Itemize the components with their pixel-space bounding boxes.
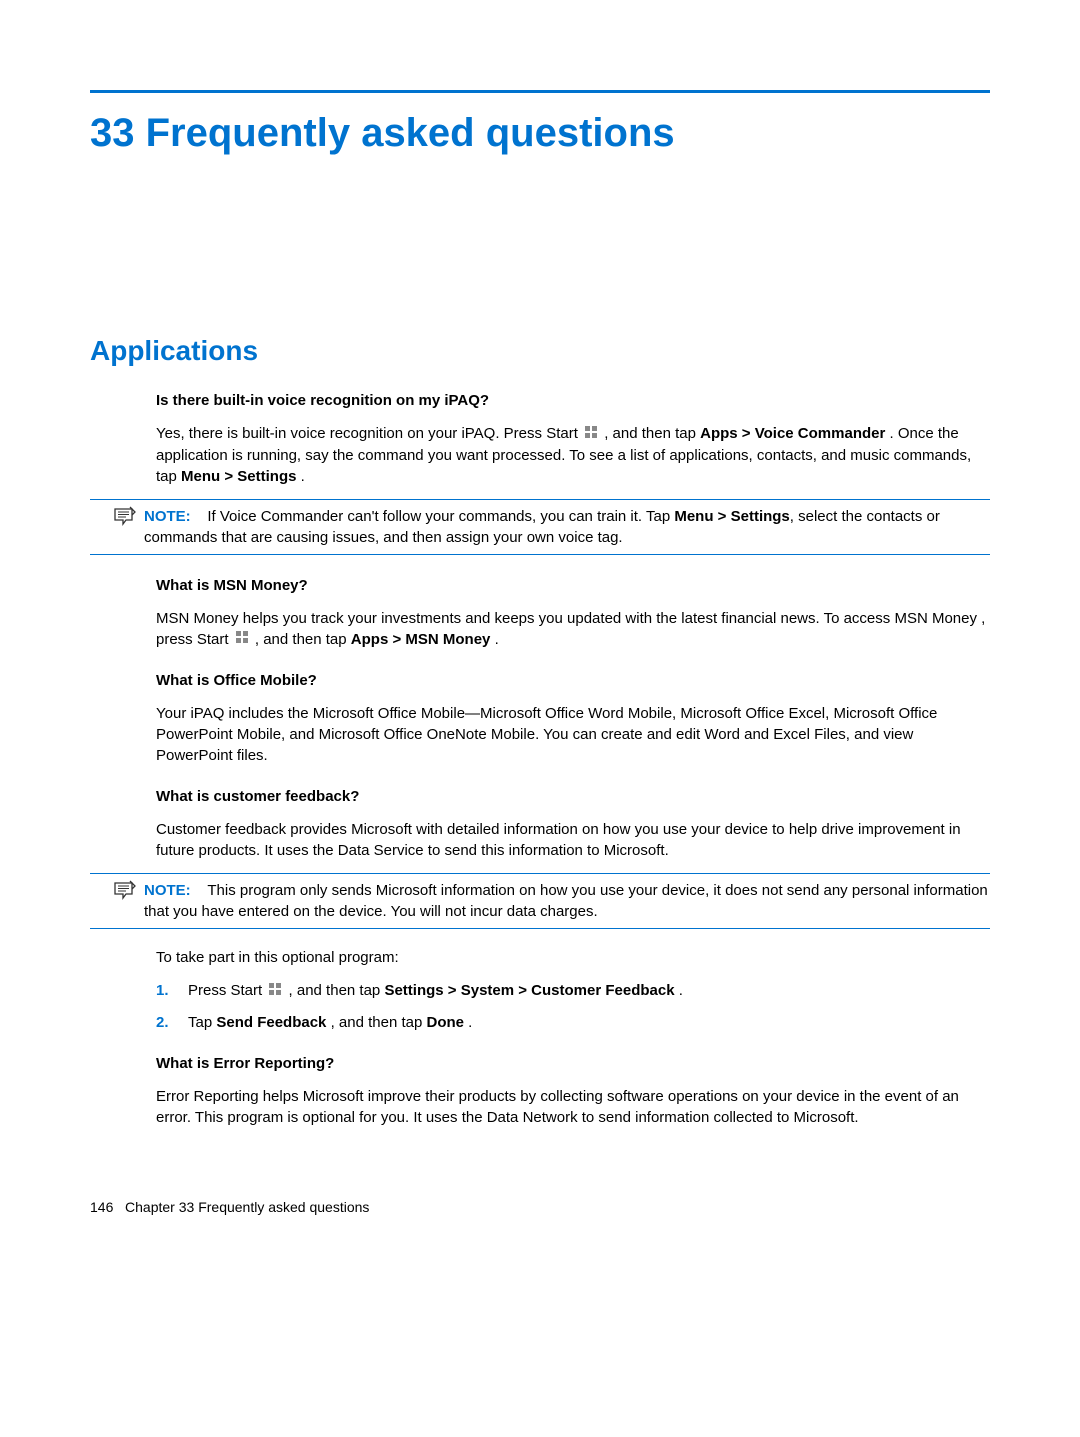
faq-q5-question: What is Error Reporting? xyxy=(90,1053,990,1074)
text: . xyxy=(679,982,683,999)
step-1: 1. Press Start , and then tap Settings >… xyxy=(156,980,990,1002)
text: . xyxy=(495,631,499,648)
text: . xyxy=(468,1014,472,1031)
faq-q2-answer: MSN Money helps you track your investmen… xyxy=(90,608,990,651)
note-box: NOTE: If Voice Commander can't follow yo… xyxy=(90,499,990,555)
note-body-text xyxy=(195,508,208,525)
faq-q3-question: What is Office Mobile? xyxy=(90,670,990,691)
text: , and then tap xyxy=(289,982,385,999)
text: . xyxy=(301,468,305,485)
spacer xyxy=(195,882,208,899)
chapter-title: 33 Frequently asked questions xyxy=(90,105,990,161)
note-label: NOTE: xyxy=(144,508,191,525)
faq-q4-question: What is customer feedback? xyxy=(90,786,990,807)
note-body-text: This program only sends Microsoft inform… xyxy=(144,882,988,920)
faq-q1-question: Is there built-in voice recognition on m… xyxy=(90,390,990,411)
step-number: 1. xyxy=(156,980,176,1002)
chapter-rule xyxy=(90,90,990,93)
text: Press Start xyxy=(188,982,266,999)
section-applications-title: Applications xyxy=(90,331,990,370)
note-box: NOTE: This program only sends Microsoft … xyxy=(90,873,990,929)
windows-start-icon xyxy=(584,424,598,445)
menu-path: Apps > Voice Commander xyxy=(700,425,885,442)
menu-path: Apps > MSN Money xyxy=(351,631,491,648)
text: , and then tap xyxy=(255,631,351,648)
faq-q3-answer: Your iPAQ includes the Microsoft Office … xyxy=(90,703,990,766)
text: If Voice Commander can't follow your com… xyxy=(207,508,674,525)
step-2: 2. Tap Send Feedback , and then tap Done… xyxy=(156,1012,990,1033)
windows-start-icon xyxy=(268,981,282,1002)
faq-q1-answer: Yes, there is built-in voice recognition… xyxy=(90,423,990,487)
steps-intro: To take part in this optional program: xyxy=(90,947,990,968)
menu-path: Settings > System > Customer Feedback xyxy=(384,982,674,999)
menu-path: Menu > Settings xyxy=(674,508,789,525)
text: Yes, there is built-in voice recognition… xyxy=(156,425,582,442)
ui-label: Done xyxy=(427,1014,465,1031)
footer-chapter-label: Chapter 33 Frequently asked questions xyxy=(125,1199,369,1215)
ui-label: Send Feedback xyxy=(216,1014,326,1031)
windows-start-icon xyxy=(235,629,249,650)
text: Tap xyxy=(188,1014,216,1031)
text: , and then tap xyxy=(331,1014,427,1031)
step-list: 1. Press Start , and then tap Settings >… xyxy=(90,980,990,1033)
faq-q5-answer: Error Reporting helps Microsoft improve … xyxy=(90,1086,990,1128)
note-icon xyxy=(90,506,136,527)
page-number: 146 xyxy=(90,1199,113,1215)
note-icon xyxy=(90,880,136,901)
faq-q4-answer: Customer feedback provides Microsoft wit… xyxy=(90,819,990,861)
menu-path: Menu > Settings xyxy=(181,468,296,485)
text: , and then tap xyxy=(604,425,700,442)
step-number: 2. xyxy=(156,1012,176,1033)
faq-q2-question: What is MSN Money? xyxy=(90,575,990,596)
note-label: NOTE: xyxy=(144,882,191,899)
page-footer: 146 Chapter 33 Frequently asked question… xyxy=(90,1198,990,1218)
